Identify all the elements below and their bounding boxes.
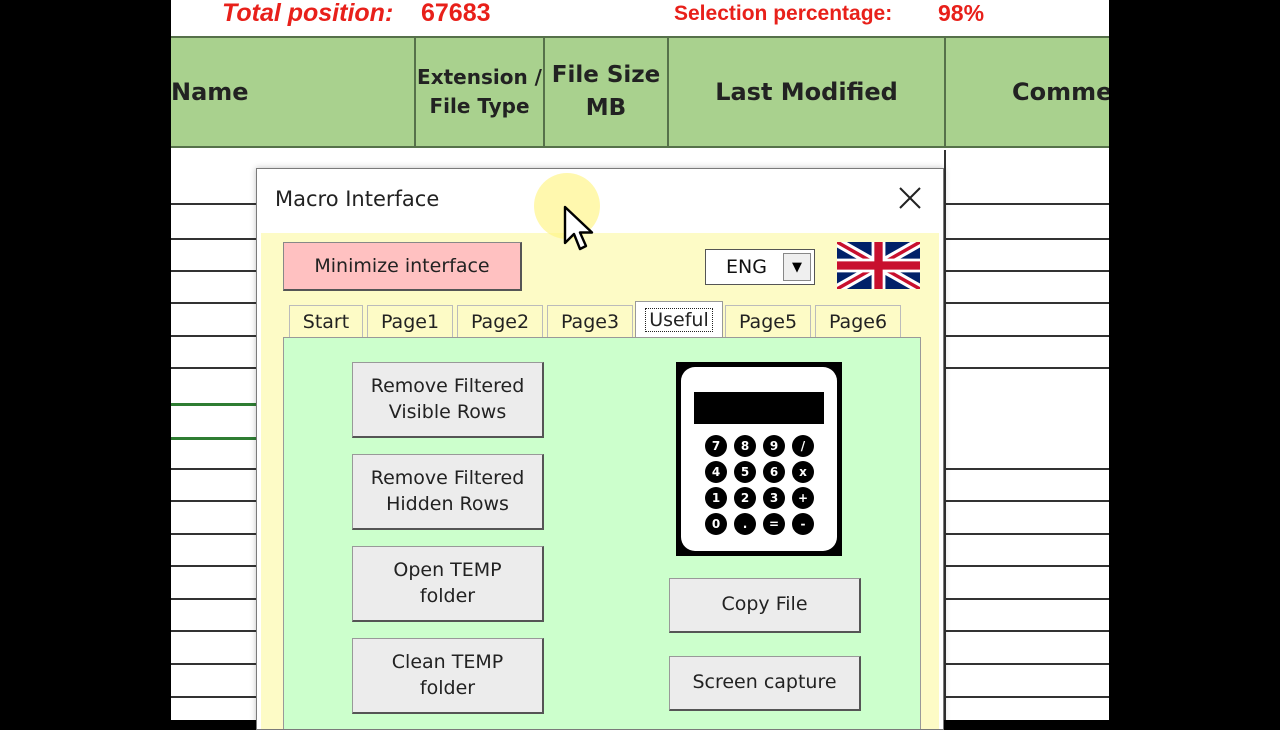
- column-header-comments[interactable]: Comme: [944, 36, 1109, 148]
- calculator-key-label: 8: [741, 439, 749, 453]
- mouse-pointer-icon: [563, 205, 594, 251]
- total-position-value: 67683: [421, 0, 491, 27]
- calculator-key-label: 6: [770, 465, 778, 479]
- total-position-label: Total position:: [222, 0, 394, 27]
- calculator-key-label: 9: [770, 439, 778, 453]
- dialog-title: Macro Interface: [275, 187, 440, 211]
- copy-file-button[interactable]: Copy File: [669, 578, 861, 633]
- calculator-key-label: /: [801, 439, 806, 453]
- calculator-icon[interactable]: 7 8 9 / 4 5 6 x 1 2 3 +0. = -: [676, 362, 842, 556]
- calculator-key-label: 2: [741, 491, 749, 505]
- selection-border: [171, 403, 257, 406]
- tab-page5[interactable]: Page5: [725, 305, 811, 338]
- tab-page1[interactable]: Page1: [367, 305, 453, 338]
- calculator-key-label: +: [798, 491, 808, 505]
- calculator-key-label: .: [743, 517, 748, 531]
- tab-page-useful: Remove Filtered Visible Rows Remove Filt…: [283, 337, 921, 729]
- remove-filtered-hidden-rows-button[interactable]: Remove Filtered Hidden Rows: [352, 454, 544, 530]
- calculator-key-label: 1: [712, 491, 720, 505]
- calculator-key-label: 3: [770, 491, 778, 505]
- calculator-key-label: 0: [712, 517, 720, 531]
- column-header-last-modified[interactable]: Last Modified: [667, 36, 946, 148]
- calculator-key-label: 5: [741, 465, 749, 479]
- calculator-key-label: x: [799, 465, 807, 479]
- summary-bar: Total position: 67683 Selection percenta…: [171, 0, 1109, 36]
- tab-useful[interactable]: Useful: [635, 301, 723, 338]
- selection-percentage-label: Selection percentage:: [674, 2, 893, 25]
- column-header-extension[interactable]: Extension / File Type: [414, 36, 545, 148]
- tab-page2[interactable]: Page2: [457, 305, 543, 338]
- calculator-key-label: 4: [712, 465, 720, 479]
- dialog-titlebar[interactable]: Macro Interface: [257, 169, 943, 231]
- selection-percentage-value: 98%: [938, 0, 985, 26]
- column-header-name[interactable]: Name: [171, 36, 416, 148]
- column-separator: [944, 150, 946, 720]
- close-icon[interactable]: [895, 183, 925, 213]
- macro-interface-dialog: Macro Interface Minimize interface ENG ▼…: [256, 168, 944, 730]
- chevron-down-icon[interactable]: ▼: [783, 253, 811, 281]
- tab-page6[interactable]: Page6: [815, 305, 901, 338]
- column-header-file-size[interactable]: File Size MB: [543, 36, 669, 148]
- uk-flag-icon[interactable]: [837, 242, 920, 289]
- minimize-interface-button[interactable]: Minimize interface: [283, 242, 522, 291]
- screen-capture-button[interactable]: Screen capture: [669, 656, 861, 711]
- language-value: ENG: [726, 256, 767, 278]
- calculator-key-label: 7: [712, 439, 720, 453]
- dialog-body: Minimize interface ENG ▼ Start Page1 Pag…: [261, 233, 939, 729]
- calculator-key-label: =: [769, 517, 779, 531]
- selection-border: [171, 437, 257, 440]
- clean-temp-folder-button[interactable]: Clean TEMP folder: [352, 638, 544, 714]
- tab-page3[interactable]: Page3: [547, 305, 633, 338]
- language-select[interactable]: ENG ▼: [705, 249, 815, 285]
- open-temp-folder-button[interactable]: Open TEMP folder: [352, 546, 544, 622]
- calculator-key-label: -: [801, 517, 806, 531]
- tab-start[interactable]: Start: [289, 305, 363, 338]
- remove-filtered-visible-rows-button[interactable]: Remove Filtered Visible Rows: [352, 362, 544, 438]
